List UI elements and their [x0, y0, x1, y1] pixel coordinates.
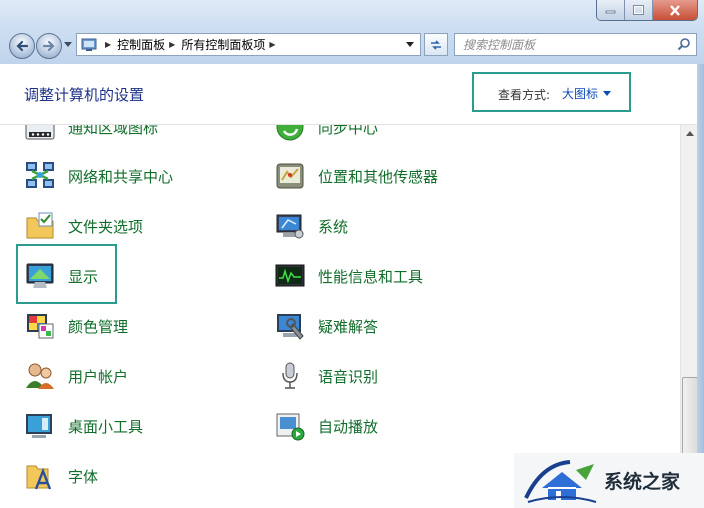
search-icon[interactable] — [677, 37, 691, 51]
back-button[interactable] — [9, 33, 35, 59]
item-system[interactable]: 系统 — [274, 208, 348, 244]
item-location-sensors[interactable]: 位置和其他传感器 — [274, 158, 438, 194]
item-label: 文件夹选项 — [68, 217, 144, 236]
window-frame-edge — [697, 64, 704, 508]
item-fonts[interactable]: 字体 — [24, 458, 98, 494]
item-folder-options[interactable]: 文件夹选项 — [24, 208, 143, 244]
close-icon — [670, 4, 680, 16]
watermark-text: 系统之家 — [604, 471, 681, 493]
performance-tools-icon — [275, 264, 305, 287]
breadcrumb-all-items[interactable]: 所有控制面板项 — [181, 36, 265, 53]
arrow-left-icon — [16, 40, 29, 52]
window-controls — [596, 0, 698, 21]
view-by-label: 查看方式: — [498, 88, 551, 102]
sync-center-icon — [276, 125, 304, 141]
microphone-icon — [282, 362, 298, 389]
forward-button[interactable] — [36, 33, 62, 59]
breadcrumb-separator-icon: ▶ — [105, 40, 112, 49]
chevron-down-icon — [64, 42, 72, 47]
chevron-down-icon — [406, 41, 414, 47]
item-desktop-gadgets[interactable]: 桌面小工具 — [24, 408, 143, 444]
fonts-folder-icon — [26, 465, 52, 490]
breadcrumb-separator-icon: ▶ — [169, 40, 176, 49]
chevron-up-icon — [685, 131, 694, 136]
color-management-icon — [27, 314, 54, 339]
item-sync-center[interactable]: 同步中心 — [274, 125, 378, 145]
items-grid: 通知区域图标 同步中心 网络和共享中心 位置和其他传感器 文件夹选项 系统 显示… — [0, 125, 680, 508]
item-notification-icons[interactable]: 通知区域图标 — [24, 125, 158, 145]
item-performance-tools[interactable]: 性能信息和工具 — [274, 258, 423, 294]
folder-options-icon — [26, 212, 54, 239]
network-sharing-icon — [26, 162, 54, 188]
system-icon — [276, 214, 304, 239]
window-chrome: ▶ 控制面板 ▶ 所有控制面板项 ▶ — [0, 0, 704, 64]
minimize-button[interactable] — [597, 0, 625, 20]
item-label: 位置和其他传感器 — [318, 167, 439, 186]
item-label: 性能信息和工具 — [318, 267, 424, 286]
item-label: 网络和共享中心 — [68, 167, 174, 186]
breadcrumb-separator-icon: ▶ — [269, 40, 276, 49]
view-by-dropdown[interactable]: 大图标 — [562, 85, 612, 102]
watermark: 系统之家 — [514, 453, 704, 508]
control-panel-icon — [81, 38, 97, 51]
breadcrumb-control-panel[interactable]: 控制面板 — [117, 36, 165, 53]
close-button[interactable] — [653, 0, 697, 20]
location-sensors-icon — [276, 163, 304, 189]
item-label: 语音识别 — [318, 367, 379, 386]
scroll-up-button[interactable] — [681, 125, 698, 142]
content-header: 调整计算机的设置 查看方式: 大图标 — [0, 64, 704, 125]
refresh-button[interactable] — [424, 33, 448, 56]
page-title: 调整计算机的设置 — [24, 86, 145, 104]
address-bar[interactable]: ▶ 控制面板 ▶ 所有控制面板项 ▶ — [76, 33, 421, 56]
control-panel-window: ▶ 控制面板 ▶ 所有控制面板项 ▶ 调整计算机的设置 查看方式: — [0, 0, 704, 508]
item-label: 字体 — [68, 467, 99, 486]
display-highlight-box — [16, 244, 117, 304]
maximize-icon — [633, 5, 644, 15]
notification-area-icon — [25, 125, 55, 140]
item-label: 自动播放 — [318, 417, 379, 436]
item-troubleshooting[interactable]: 疑难解答 — [274, 308, 378, 344]
item-label: 疑难解答 — [318, 317, 379, 336]
minimize-icon — [605, 10, 616, 14]
chevron-down-icon — [603, 91, 612, 96]
view-by-value: 大图标 — [562, 87, 599, 101]
item-label: 系统 — [318, 217, 349, 236]
recent-pages-dropdown[interactable] — [63, 40, 73, 50]
search-input[interactable] — [461, 36, 665, 53]
item-label: 通知区域图标 — [68, 125, 159, 137]
arrow-right-icon — [42, 40, 55, 52]
item-speech-recognition[interactable]: 语音识别 — [274, 358, 378, 394]
search-box[interactable] — [454, 33, 697, 56]
autoplay-icon — [276, 413, 305, 441]
user-accounts-icon — [26, 363, 54, 389]
troubleshooting-icon — [277, 314, 304, 340]
desktop-gadgets-icon — [26, 414, 52, 438]
vertical-scrollbar[interactable] — [680, 125, 698, 508]
address-dropdown[interactable] — [404, 38, 416, 50]
item-label: 颜色管理 — [68, 317, 129, 336]
maximize-button[interactable] — [625, 0, 653, 20]
item-label: 同步中心 — [318, 125, 379, 137]
item-user-accounts[interactable]: 用户帐户 — [24, 358, 128, 394]
item-label: 桌面小工具 — [68, 417, 144, 436]
refresh-icon — [431, 39, 441, 50]
item-color-management[interactable]: 颜色管理 — [24, 308, 128, 344]
item-label: 用户帐户 — [68, 367, 129, 386]
house-logo-icon — [524, 459, 597, 503]
item-autoplay[interactable]: 自动播放 — [274, 408, 378, 444]
item-network-sharing[interactable]: 网络和共享中心 — [24, 158, 173, 194]
